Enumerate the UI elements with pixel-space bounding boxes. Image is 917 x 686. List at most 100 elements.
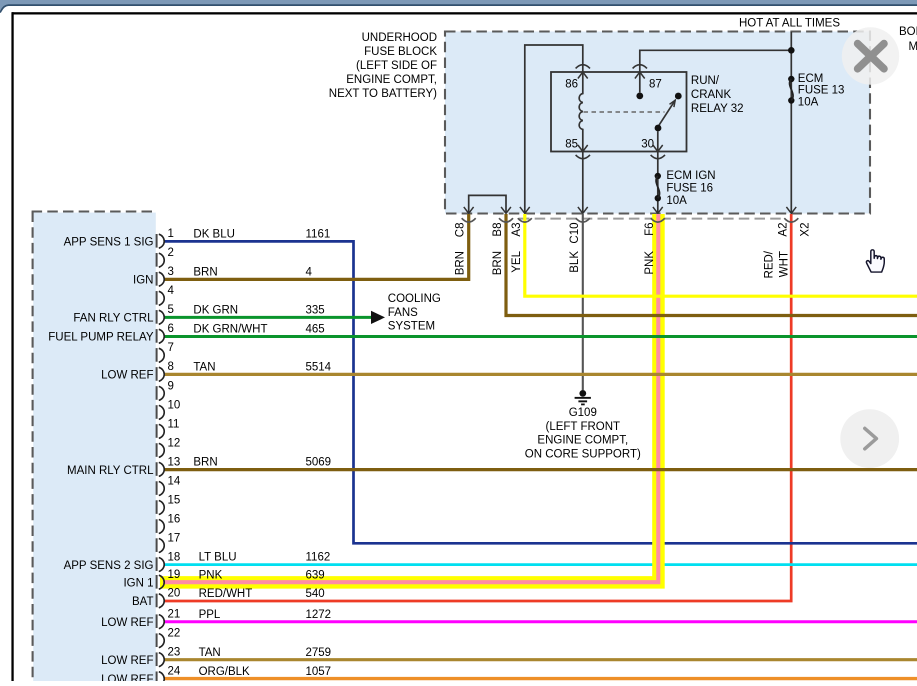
svg-text:5514: 5514 — [306, 362, 332, 374]
svg-text:19: 19 — [168, 569, 181, 581]
svg-text:NEXT TO BATTERY): NEXT TO BATTERY) — [329, 88, 437, 100]
svg-text:24: 24 — [168, 666, 181, 678]
svg-text:87: 87 — [649, 79, 662, 91]
svg-text:G109: G109 — [569, 407, 597, 419]
svg-text:CRANK: CRANK — [691, 89, 732, 101]
svg-text:1: 1 — [168, 228, 174, 240]
svg-text:2759: 2759 — [306, 647, 332, 659]
svg-text:X2: X2 — [800, 223, 812, 237]
svg-text:BLK: BLK — [569, 251, 581, 273]
svg-text:18: 18 — [168, 551, 181, 563]
svg-text:UNDERHOOD: UNDERHOOD — [362, 32, 437, 44]
svg-text:5069: 5069 — [306, 457, 332, 469]
svg-text:16: 16 — [168, 513, 181, 525]
svg-text:BAT: BAT — [132, 596, 154, 608]
svg-text:BRN: BRN — [455, 251, 467, 275]
svg-text:22: 22 — [168, 628, 181, 640]
svg-text:FUSE 13: FUSE 13 — [798, 85, 845, 97]
svg-text:ENGINE COMPT,: ENGINE COMPT, — [537, 435, 628, 447]
svg-text:APP SENS 2 SIG: APP SENS 2 SIG — [64, 560, 154, 572]
svg-text:ECM: ECM — [798, 73, 824, 85]
svg-text:30: 30 — [641, 139, 654, 151]
svg-text:TAN: TAN — [193, 362, 215, 374]
svg-text:F6: F6 — [644, 223, 656, 236]
svg-text:4: 4 — [306, 266, 313, 278]
svg-text:PNK: PNK — [199, 569, 223, 581]
svg-text:21: 21 — [168, 609, 181, 621]
svg-text:BRN: BRN — [193, 266, 217, 278]
svg-text:FAN RLY CTRL: FAN RLY CTRL — [73, 313, 154, 325]
svg-text:10: 10 — [168, 399, 181, 411]
svg-text:17: 17 — [168, 532, 181, 544]
svg-text:11: 11 — [168, 418, 180, 430]
svg-text:3: 3 — [168, 266, 174, 278]
svg-text:6: 6 — [168, 323, 174, 335]
svg-text:86: 86 — [565, 79, 578, 91]
svg-text:10A: 10A — [798, 96, 819, 108]
svg-text:LOW REF: LOW REF — [101, 617, 153, 629]
svg-text:10A: 10A — [666, 195, 687, 207]
svg-text:LT BLU: LT BLU — [199, 552, 237, 564]
svg-text:RELAY 32: RELAY 32 — [691, 103, 744, 115]
svg-text:MAIN RLY CTRL: MAIN RLY CTRL — [67, 465, 154, 477]
svg-text:DK BLU: DK BLU — [193, 228, 235, 240]
svg-text:639: 639 — [306, 569, 325, 581]
svg-text:12: 12 — [168, 437, 181, 449]
svg-text:1057: 1057 — [306, 666, 332, 678]
svg-text:5: 5 — [168, 304, 174, 316]
svg-text:1161: 1161 — [306, 228, 331, 240]
svg-text:2: 2 — [168, 247, 174, 259]
svg-text:LOW REF: LOW REF — [101, 655, 153, 667]
svg-text:85: 85 — [565, 139, 578, 151]
svg-text:ENGINE COMPT,: ENGINE COMPT, — [346, 74, 437, 86]
svg-text:C10: C10 — [569, 223, 581, 244]
svg-text:9: 9 — [168, 380, 174, 392]
svg-text:HOT AT ALL TIMES: HOT AT ALL TIMES — [739, 18, 840, 30]
svg-text:(LEFT FRONT: (LEFT FRONT — [546, 421, 621, 433]
svg-text:DK GRN/WHT: DK GRN/WHT — [193, 324, 267, 336]
svg-text:A2: A2 — [777, 223, 789, 237]
svg-text:465: 465 — [306, 324, 325, 336]
svg-text:(LEFT SIDE OF: (LEFT SIDE OF — [356, 60, 437, 72]
svg-text:20: 20 — [168, 588, 181, 600]
svg-text:B8: B8 — [492, 223, 504, 237]
svg-text:FANS: FANS — [388, 307, 418, 319]
svg-text:LOW REF: LOW REF — [101, 674, 153, 681]
svg-text:PNK: PNK — [644, 251, 656, 275]
svg-text:IGN: IGN — [133, 275, 153, 287]
svg-text:FUEL PUMP RELAY: FUEL PUMP RELAY — [48, 332, 154, 344]
svg-text:FUSE 16: FUSE 16 — [666, 183, 713, 195]
svg-text:TAN: TAN — [199, 647, 221, 659]
svg-text:335: 335 — [306, 304, 325, 316]
svg-text:YEL: YEL — [511, 250, 523, 272]
svg-text:A3: A3 — [511, 223, 523, 237]
svg-text:540: 540 — [306, 588, 325, 600]
svg-text:14: 14 — [168, 475, 181, 487]
svg-text:IGN 1: IGN 1 — [123, 578, 153, 590]
svg-text:BRN: BRN — [193, 457, 217, 469]
svg-text:C8: C8 — [455, 223, 467, 238]
svg-text:WHT: WHT — [778, 251, 790, 277]
svg-text:SYSTEM: SYSTEM — [388, 321, 435, 333]
svg-text:BOD: BOD — [899, 26, 917, 38]
svg-text:LOW REF: LOW REF — [101, 370, 153, 382]
svg-text:RUN/: RUN/ — [691, 75, 720, 87]
svg-text:PPL: PPL — [199, 609, 221, 621]
svg-text:23: 23 — [168, 647, 181, 659]
svg-text:1162: 1162 — [306, 552, 331, 564]
svg-text:13: 13 — [168, 456, 181, 468]
svg-text:RED/: RED/ — [763, 250, 775, 278]
svg-text:ECM IGN: ECM IGN — [666, 170, 715, 182]
svg-text:4: 4 — [168, 285, 175, 297]
svg-text:M: M — [909, 41, 917, 53]
svg-text:1272: 1272 — [306, 609, 332, 621]
svg-text:ORG/BLK: ORG/BLK — [199, 666, 250, 678]
svg-text:RED/WHT: RED/WHT — [199, 588, 253, 600]
svg-text:APP SENS 1 SIG: APP SENS 1 SIG — [64, 237, 154, 249]
svg-text:15: 15 — [168, 494, 181, 506]
svg-text:FUSE BLOCK: FUSE BLOCK — [364, 46, 437, 58]
svg-text:8: 8 — [168, 361, 174, 373]
svg-text:COOLING: COOLING — [388, 293, 441, 305]
svg-text:DK GRN: DK GRN — [193, 304, 238, 316]
svg-text:ON CORE SUPPORT): ON CORE SUPPORT) — [525, 448, 641, 460]
